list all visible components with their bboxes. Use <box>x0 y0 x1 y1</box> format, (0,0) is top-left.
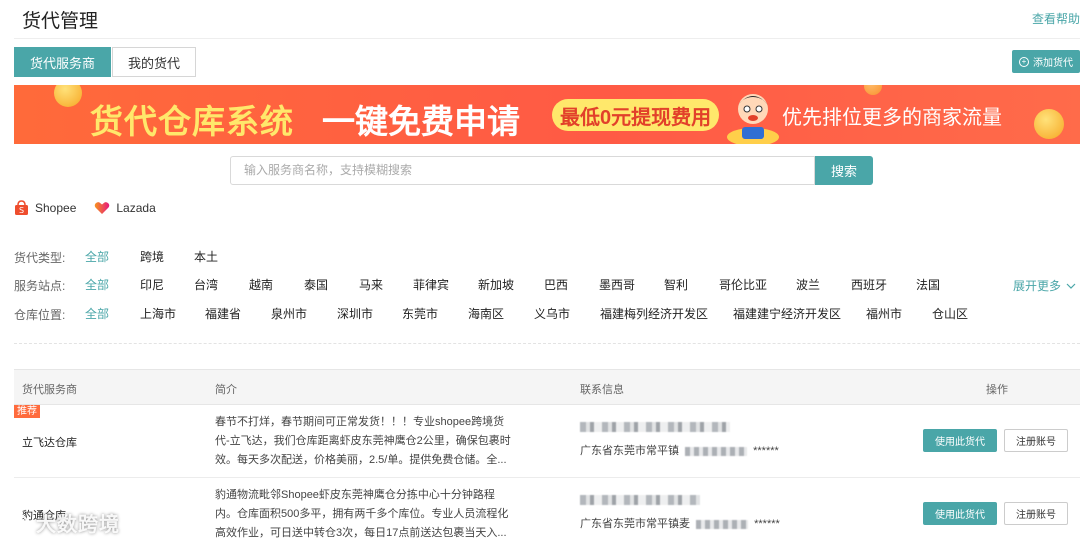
promo-banner[interactable]: 货代仓库系统 一键免费申请 最低0元提现费用 优先排位更多的商家流量 <box>14 85 1080 144</box>
filter-label-location: 仓库位置: <box>14 307 66 322</box>
filter-row-type: 货代类型: 全部 跨境 本土 <box>14 248 1054 266</box>
column-header: 简介 <box>215 384 237 396</box>
lazada-heart-icon <box>95 202 110 214</box>
platform-lazada[interactable]: Lazada <box>94 201 156 215</box>
filter-location-option[interactable]: 福建梅列经济开发区 <box>600 305 708 322</box>
help-link[interactable]: 查看帮助 <box>1032 10 1080 27</box>
use-forwarder-button[interactable]: 使用此货代 <box>923 502 997 525</box>
filter-site-option[interactable]: 越南 <box>249 276 273 293</box>
filter-row-location: 仓库位置: 全部 上海市 福建省 泉州市 深圳市 东莞市 海南区 义乌市 福建梅… <box>14 305 1054 323</box>
filter-site-option[interactable]: 印尼 <box>140 276 164 293</box>
register-account-button[interactable]: 注册账号 <box>1004 502 1068 525</box>
platform-label: Shopee <box>35 201 77 215</box>
coin-decoration <box>54 85 82 107</box>
column-header: 货代服务商 <box>22 384 77 396</box>
contact-address: 广东省东莞市常平镇 ****** <box>580 442 779 458</box>
platform-label: Lazada <box>116 201 156 215</box>
filter-row-site: 服务站点: 全部 印尼 台湾 越南 泰国 马来 菲律宾 新加坡 巴西 墨西哥 智… <box>14 276 1014 294</box>
filter-location-option[interactable]: 深圳市 <box>337 305 373 322</box>
filter-location-option[interactable]: 上海市 <box>140 305 176 322</box>
search-button[interactable]: 搜索 <box>815 156 873 185</box>
filter-site-option[interactable]: 马来 <box>359 276 383 293</box>
address-text: 广东省东莞市常平镇 <box>580 445 679 457</box>
tab-my-forwarders[interactable]: 我的货代 <box>112 47 196 77</box>
banner-tagline: 优先排位更多的商家流量 <box>782 107 1002 129</box>
filter-location-option[interactable]: 福建建宁经济开发区 <box>733 305 841 322</box>
svg-text:S: S <box>19 206 24 215</box>
filter-location-option[interactable]: 仓山区 <box>932 305 968 322</box>
watermark-logo-icon <box>10 513 28 532</box>
filter-label-type: 货代类型: <box>14 250 66 265</box>
filter-site-option[interactable]: 西班牙 <box>851 276 887 293</box>
filter-type-all[interactable]: 全部 <box>85 248 109 265</box>
add-forwarder-button[interactable]: + 添加货代 <box>1012 50 1080 73</box>
expand-more-link[interactable]: 展开更多 <box>1013 277 1076 294</box>
search-input[interactable]: 输入服务商名称，支持模糊搜索 <box>230 156 815 185</box>
filter-location-option[interactable]: 全部 <box>85 305 109 322</box>
blurred-contact <box>696 519 749 529</box>
filter-label-site: 服务站点: <box>14 278 66 293</box>
divider <box>14 38 1080 39</box>
filter-type-crossborder[interactable]: 跨境 <box>140 248 164 265</box>
use-forwarder-button[interactable]: 使用此货代 <box>923 429 997 452</box>
filter-site-option[interactable]: 全部 <box>85 276 109 293</box>
filter-type-local[interactable]: 本土 <box>194 248 218 265</box>
filter-site-option[interactable]: 墨西哥 <box>599 276 635 293</box>
forwarder-table: 货代服务商 简介 联系信息 操作 推荐 立飞达仓库 春节不打烊，春节期间可正常发… <box>14 369 1080 542</box>
filter-site-option[interactable]: 波兰 <box>796 276 820 293</box>
watermark: 大数跨境 <box>8 508 120 537</box>
filter-location-option[interactable]: 东莞市 <box>402 305 438 322</box>
filter-site-option[interactable]: 新加坡 <box>478 276 514 293</box>
blurred-contact <box>580 495 700 505</box>
shopee-bag-icon: S <box>15 200 28 215</box>
table-row: 豹通仓库 豹通物流毗邻Shopee虾皮东莞神鹰仓分拣中心十分钟路程内。仓库面积5… <box>14 478 1080 542</box>
forwarder-intro: 豹通物流毗邻Shopee虾皮东莞神鹰仓分拣中心十分钟路程内。仓库面积500多平，… <box>215 489 509 539</box>
tab-bar: 货代服务商 我的货代 <box>14 47 196 77</box>
platform-shopee[interactable]: S Shopee <box>14 200 76 216</box>
page-title: 货代管理 <box>22 11 99 32</box>
register-account-button[interactable]: 注册账号 <box>1004 429 1068 452</box>
filter-site-option[interactable]: 泰国 <box>304 276 328 293</box>
column-header: 操作 <box>986 384 1008 396</box>
blurred-contact <box>685 446 748 456</box>
contact-address: 广东省东莞市常平镇麦 ****** <box>580 515 780 531</box>
filter-site-option[interactable]: 巴西 <box>544 276 568 293</box>
filter-location-option[interactable]: 福州市 <box>866 305 902 322</box>
filter-location-option[interactable]: 泉州市 <box>271 305 307 322</box>
table-header: 货代服务商 简介 联系信息 操作 <box>14 370 1080 405</box>
page: 货代管理 查看帮助 货代服务商 我的货代 + 添加货代 货代仓库系统 一键免费申… <box>0 0 1080 542</box>
masked-phone: ****** <box>754 518 780 530</box>
filter-location-option[interactable]: 海南区 <box>468 305 504 322</box>
masked-phone: ****** <box>753 445 779 457</box>
mascot-illustration <box>727 94 779 144</box>
banner-title: 货代仓库系统 <box>90 102 294 141</box>
plus-circle-icon: + <box>1019 56 1029 67</box>
filter-site-option[interactable]: 法国 <box>916 276 940 293</box>
filter-site-option[interactable]: 哥伦比亚 <box>719 276 767 293</box>
recommended-badge: 推荐 <box>14 405 40 418</box>
forwarder-name: 立飞达仓库 <box>22 437 77 449</box>
coin-decoration <box>1034 109 1064 139</box>
filter-site-option[interactable]: 菲律宾 <box>413 276 449 293</box>
blurred-contact <box>580 422 730 432</box>
tab-forwarder-providers[interactable]: 货代服务商 <box>14 47 111 77</box>
divider <box>14 343 1080 344</box>
watermark-text: 大数跨境 <box>36 514 120 536</box>
expand-more-label: 展开更多 <box>1013 279 1062 293</box>
chevron-down-icon <box>1066 283 1076 289</box>
filter-location-option[interactable]: 义乌市 <box>534 305 570 322</box>
forwarder-intro: 春节不打烊，春节期间可正常发货！！！专业shopee跨境货代-立飞达，我们仓库距… <box>215 416 511 466</box>
filter-site-option[interactable]: 台湾 <box>194 276 218 293</box>
filter-site-option[interactable]: 智利 <box>664 276 688 293</box>
add-forwarder-label: 添加货代 <box>1033 58 1073 69</box>
platform-tabs: S Shopee Lazada <box>14 200 174 216</box>
banner-cta: 一键免费申请 <box>322 102 520 141</box>
coin-decoration <box>864 85 882 95</box>
banner-pill: 最低0元提现费用 <box>552 99 720 131</box>
filter-location-option[interactable]: 福建省 <box>205 305 241 322</box>
address-text: 广东省东莞市常平镇麦 <box>580 518 690 530</box>
column-header: 联系信息 <box>580 384 624 396</box>
table-row: 推荐 立飞达仓库 春节不打烊，春节期间可正常发货！！！专业shopee跨境货代-… <box>14 405 1080 478</box>
